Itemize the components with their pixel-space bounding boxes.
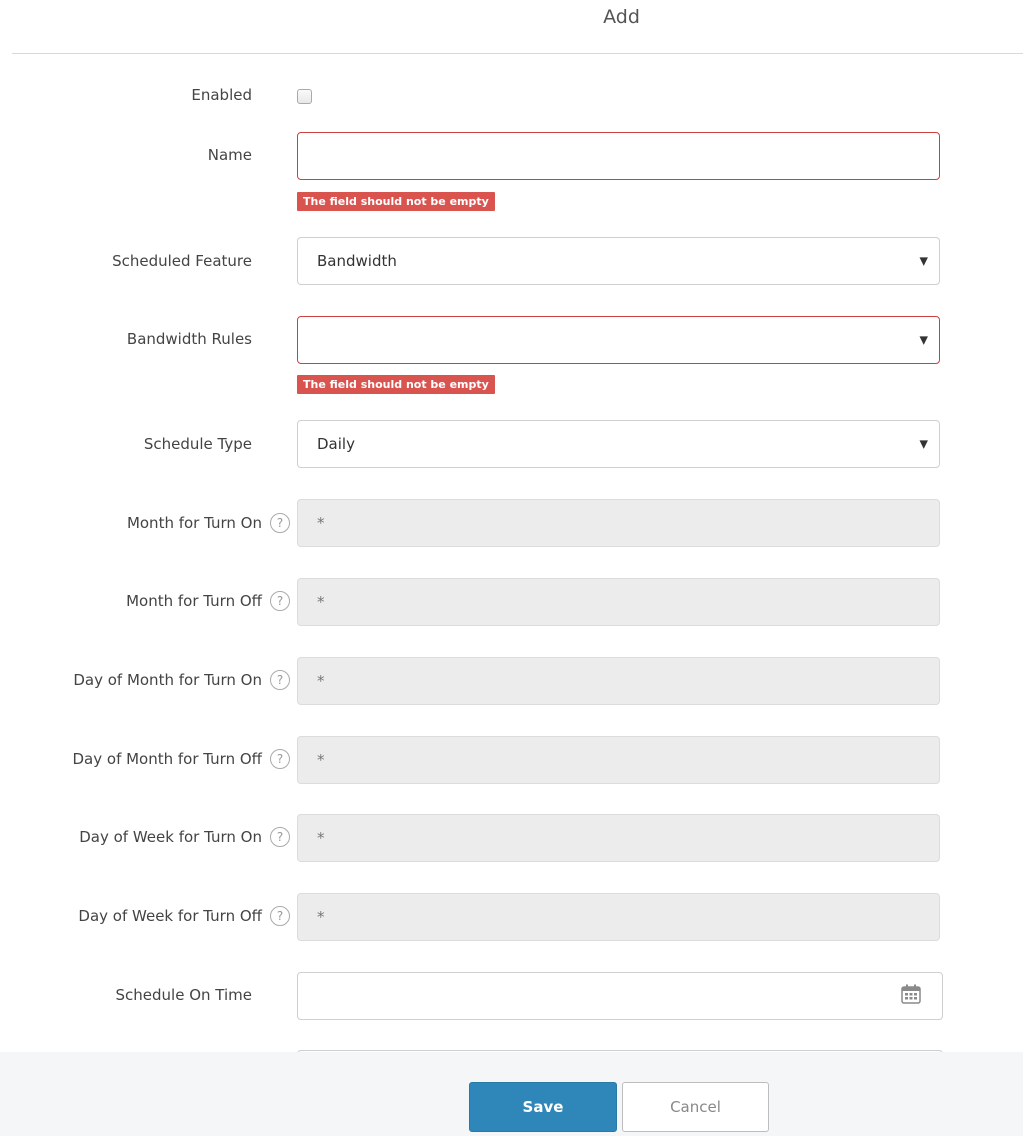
dom-off-input: * bbox=[297, 736, 940, 784]
bandwidth-rules-select[interactable]: ▼ bbox=[297, 316, 940, 364]
dow-on-input: * bbox=[297, 814, 940, 862]
month-on-value: * bbox=[317, 514, 325, 532]
save-button[interactable]: Save bbox=[469, 1082, 617, 1132]
dow-on-label: Day of Week for Turn On ? bbox=[79, 827, 290, 847]
dom-off-label: Day of Month for Turn Off ? bbox=[72, 749, 290, 769]
calendar-icon[interactable] bbox=[900, 983, 922, 1009]
schedule-type-select[interactable]: Daily ▼ bbox=[297, 420, 940, 468]
name-label-text: Name bbox=[207, 146, 252, 164]
cancel-button[interactable]: Cancel bbox=[622, 1082, 769, 1132]
schedule-type-label: Schedule Type bbox=[144, 435, 252, 453]
schedule-on-time-input[interactable] bbox=[297, 972, 943, 1020]
scheduled-feature-select[interactable]: Bandwidth ▼ bbox=[297, 237, 940, 285]
scheduled-feature-value: Bandwidth bbox=[317, 252, 397, 270]
month-off-label: Month for Turn Off ? bbox=[126, 591, 290, 611]
dow-off-value: * bbox=[317, 908, 325, 926]
month-on-label-text: Month for Turn On bbox=[126, 514, 262, 532]
schedule-on-time-label-text: Schedule On Time bbox=[115, 986, 253, 1004]
month-on-label: Month for Turn On ? bbox=[127, 513, 290, 533]
name-error-badge: The field should not be empty bbox=[297, 192, 495, 211]
name-label: Name bbox=[208, 146, 252, 164]
help-icon[interactable]: ? bbox=[270, 906, 290, 926]
schedule-type-label-text: Schedule Type bbox=[143, 435, 252, 453]
chevron-down-icon: ▼ bbox=[919, 333, 928, 347]
dom-on-label-text: Day of Month for Turn On bbox=[73, 671, 262, 689]
dow-on-value: * bbox=[317, 829, 325, 847]
bandwidth-rules-label: Bandwidth Rules bbox=[127, 330, 252, 348]
dow-off-label: Day of Week for Turn Off ? bbox=[78, 906, 290, 926]
chevron-down-icon: ▼ bbox=[919, 437, 928, 451]
name-input[interactable] bbox=[297, 132, 940, 180]
scheduled-feature-label: Scheduled Feature bbox=[112, 252, 252, 270]
enabled-label: Enabled bbox=[191, 86, 252, 104]
month-on-input: * bbox=[297, 499, 940, 547]
chevron-down-icon: ▼ bbox=[919, 254, 928, 268]
help-icon[interactable]: ? bbox=[270, 670, 290, 690]
header-divider bbox=[12, 53, 1023, 54]
enabled-label-text: Enabled bbox=[191, 86, 252, 104]
help-icon[interactable]: ? bbox=[270, 827, 290, 847]
bandwidth-rules-error-badge: The field should not be empty bbox=[297, 375, 495, 394]
dom-on-label: Day of Month for Turn On ? bbox=[73, 670, 290, 690]
month-off-value: * bbox=[317, 593, 325, 611]
month-off-label-text: Month for Turn Off bbox=[126, 592, 262, 610]
dom-off-label-text: Day of Month for Turn Off bbox=[72, 750, 263, 768]
dow-off-label-text: Day of Week for Turn Off bbox=[78, 907, 262, 925]
dom-on-input: * bbox=[297, 657, 940, 705]
dialog-title: Add bbox=[603, 6, 640, 28]
help-icon[interactable]: ? bbox=[270, 513, 290, 533]
schedule-type-value: Daily bbox=[317, 435, 355, 453]
dom-on-value: * bbox=[317, 672, 325, 690]
help-icon[interactable]: ? bbox=[270, 591, 290, 611]
scheduled-feature-label-text: Scheduled Feature bbox=[112, 252, 252, 270]
schedule-on-time-label: Schedule On Time bbox=[116, 986, 253, 1004]
month-off-input: * bbox=[297, 578, 940, 626]
dow-on-label-text: Day of Week for Turn On bbox=[79, 828, 262, 846]
enabled-checkbox[interactable] bbox=[297, 89, 312, 104]
help-icon[interactable]: ? bbox=[270, 749, 290, 769]
bandwidth-rules-label-text: Bandwidth Rules bbox=[126, 330, 252, 348]
dom-off-value: * bbox=[317, 751, 325, 769]
dow-off-input: * bbox=[297, 893, 940, 941]
